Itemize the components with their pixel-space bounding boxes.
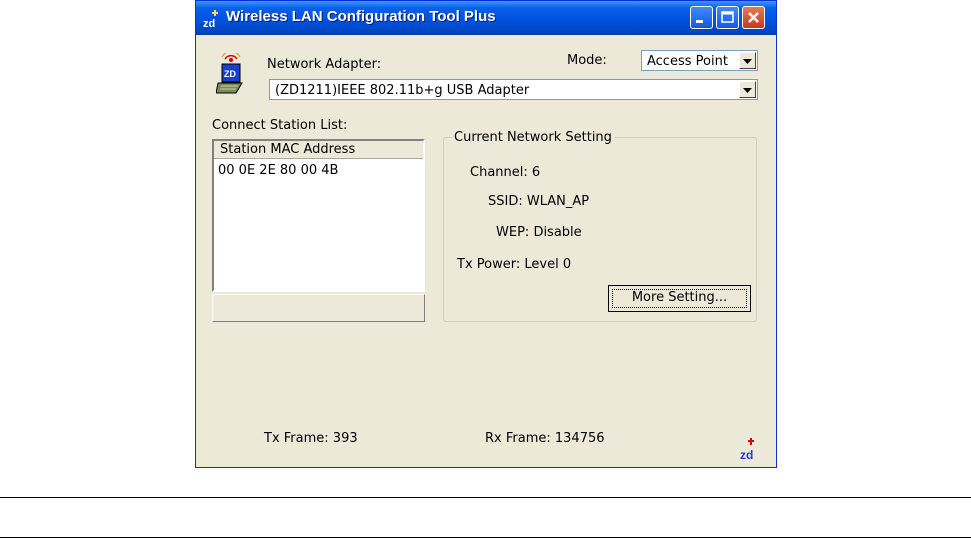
ssid-label: SSID: [488, 194, 523, 209]
svg-text:zd: zd [203, 18, 215, 29]
chevron-down-icon [743, 59, 752, 64]
svg-text:ZD: ZD [224, 69, 236, 79]
txpower-value: Level 0 [524, 257, 572, 272]
list-item[interactable]: 00 0E 2E 80 00 4B [218, 163, 338, 178]
minimize-button[interactable] [690, 6, 713, 29]
tx-frame-label: Tx Frame: [264, 431, 329, 446]
network-adapter-arrow[interactable] [739, 81, 756, 98]
mode-label: Mode: [567, 53, 607, 68]
rx-frame-label: Rx Frame: [485, 431, 551, 446]
txpower-label: Tx Power: [457, 257, 521, 272]
wireless-adapter-icon: ZD [216, 53, 243, 94]
tx-frame-stat: Tx Frame: 393 [264, 431, 358, 446]
close-icon [748, 12, 759, 23]
more-setting-label: More Setting... [631, 290, 728, 305]
app-window: zd Wireless LAN Configuration Tool Plus … [195, 0, 777, 468]
network-adapter-label: Network Adapter: [267, 57, 382, 72]
station-mac-column-header[interactable]: Station MAC Address [214, 141, 423, 159]
more-setting-button[interactable]: More Setting... [608, 285, 751, 312]
wep-field: WEP: Disable [496, 225, 582, 240]
current-network-setting-group: Current Network Setting Channel: 6 SSID:… [443, 130, 757, 322]
maximize-button[interactable] [716, 6, 739, 29]
mode-dropdown[interactable]: Access Point [641, 50, 758, 71]
ssid-value: WLAN_AP [526, 194, 590, 209]
mode-dropdown-arrow[interactable] [739, 52, 756, 69]
zd-logo-icon: zd [203, 10, 218, 29]
close-button[interactable] [742, 6, 765, 29]
divider-top [0, 497, 971, 498]
mode-dropdown-value: Access Point [647, 54, 728, 69]
station-mac-column-label: Station MAC Address [220, 142, 356, 157]
tx-frame-value: 393 [332, 431, 358, 446]
wep-value: Disable [533, 225, 582, 240]
chevron-down-icon [743, 88, 752, 93]
maximize-icon [721, 11, 734, 23]
minimize-icon [696, 20, 703, 23]
rx-frame-stat: Rx Frame: 134756 [485, 431, 605, 446]
txpower-field: Tx Power: Level 0 [457, 257, 571, 272]
channel-value: 6 [531, 165, 541, 180]
ssid-field: SSID: WLAN_AP [488, 194, 589, 209]
network-adapter-value: (ZD1211)IEEE 802.11b+g USB Adapter [275, 83, 530, 98]
wep-label: WEP: [496, 225, 530, 240]
channel-label: Channel: [470, 165, 528, 180]
channel-field: Channel: 6 [470, 165, 540, 180]
network-adapter-dropdown[interactable]: (ZD1211)IEEE 802.11b+g USB Adapter [269, 79, 758, 100]
window-title: Wireless LAN Configuration Tool Plus [226, 8, 496, 25]
title-bar[interactable]: zd Wireless LAN Configuration Tool Plus [196, 1, 776, 35]
station-list[interactable]: Station MAC Address 00 0E 2E 80 00 4B [212, 139, 425, 292]
group-title: Current Network Setting [452, 130, 614, 145]
zd-tray-icon[interactable]: zd [739, 437, 761, 461]
station-list-label: Connect Station List: [212, 118, 348, 133]
svg-text:zd: zd [740, 448, 753, 461]
horizontal-scrollbar[interactable] [212, 294, 425, 322]
rx-frame-value: 134756 [554, 431, 605, 446]
